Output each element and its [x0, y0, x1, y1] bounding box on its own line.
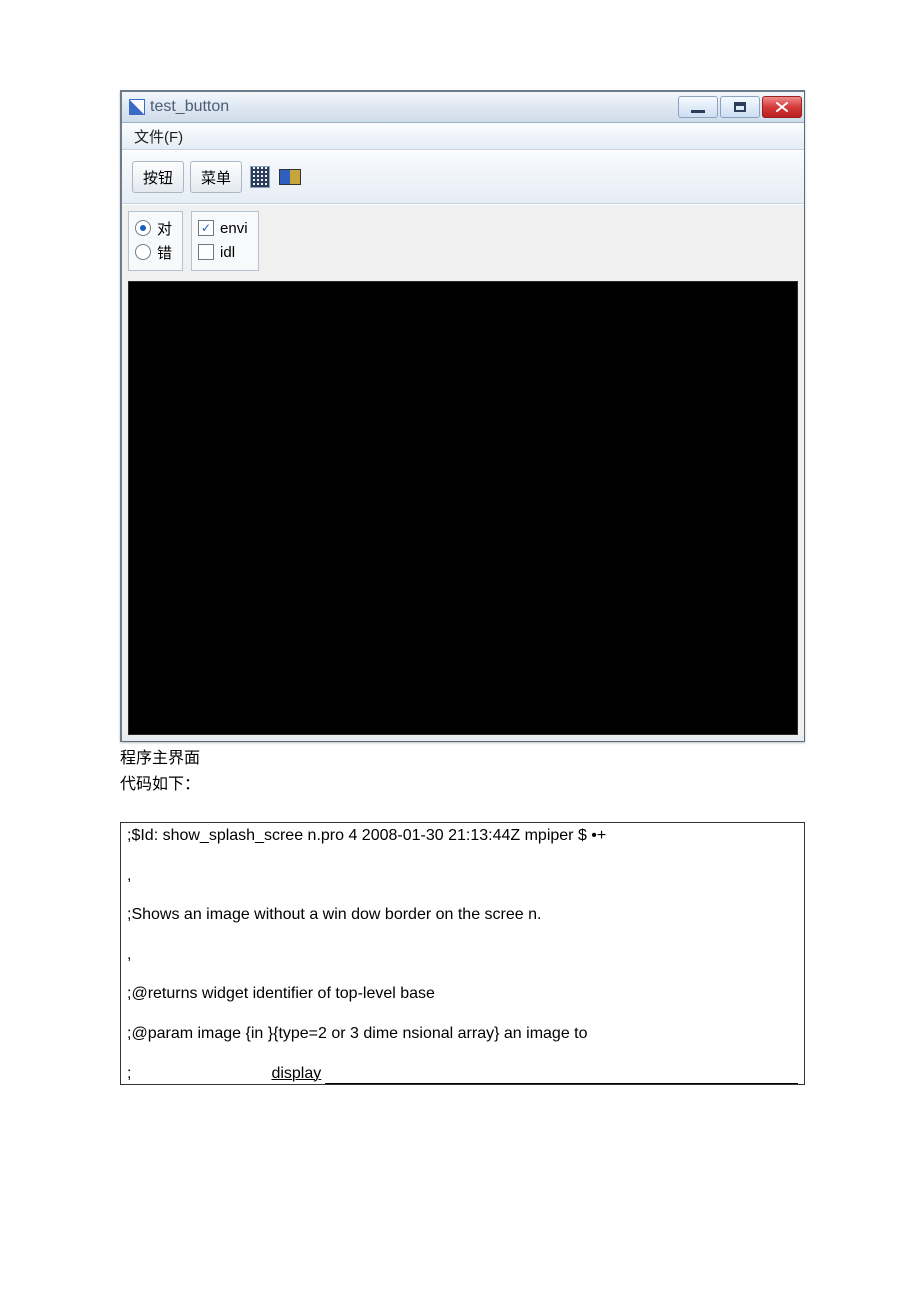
draw-canvas[interactable]: [128, 281, 798, 735]
close-button[interactable]: [762, 96, 802, 118]
toolbar-color-icon[interactable]: [278, 162, 302, 192]
radio-group: 对 错: [128, 211, 183, 271]
caption-main: 程序主界面: [120, 744, 805, 768]
checkbox-icon: ✓: [198, 220, 214, 236]
code-line: ; display: [127, 1063, 798, 1085]
checkbox-icon: [198, 244, 214, 260]
check-envi[interactable]: ✓ envi: [198, 216, 248, 240]
toolbar-button-button[interactable]: 按钮: [132, 161, 184, 193]
maximize-button[interactable]: [720, 96, 760, 118]
radio-false[interactable]: 错: [135, 240, 172, 264]
caption-code: 代码如下：: [120, 770, 805, 794]
maximize-icon: [734, 102, 746, 112]
app-window: test_button 文件(F): [120, 90, 805, 742]
check-idl[interactable]: idl: [198, 240, 248, 264]
app-icon: [130, 100, 144, 114]
underline-fill: [325, 1063, 798, 1085]
close-icon: [776, 102, 788, 112]
code-line: ;@param image {in }{type=2 or 3 dime nsi…: [127, 1023, 798, 1045]
menubar: 文件(F): [122, 123, 804, 150]
menu-file[interactable]: 文件(F): [128, 124, 189, 149]
window-title: test_button: [150, 98, 676, 116]
radio-icon: [135, 220, 151, 236]
code-line: ;@returns widget identifier of top-level…: [127, 983, 798, 1005]
radio-true-label: 对: [157, 218, 172, 239]
radio-false-label: 错: [157, 242, 172, 263]
code-line: ;$Id: show_splash_scree n.pro 4 2008-01-…: [127, 825, 798, 847]
checkbox-group: ✓ envi idl: [191, 211, 259, 271]
grip-icon: [250, 166, 270, 188]
toolbar-grip-icon[interactable]: [248, 162, 272, 192]
code-line: ,: [127, 865, 798, 887]
toolbar-button-menu[interactable]: 菜单: [190, 161, 242, 193]
color-swatch-icon: [279, 169, 301, 185]
toolbar: 按钮 菜单: [122, 150, 804, 204]
radio-true[interactable]: 对: [135, 216, 172, 240]
code-line: ,: [127, 944, 798, 966]
check-envi-label: envi: [220, 220, 248, 237]
code-line-word: display: [131, 1063, 321, 1085]
minimize-icon: [691, 110, 705, 113]
titlebar: test_button: [122, 92, 804, 123]
minimize-button[interactable]: [678, 96, 718, 118]
client-area: 对 错 ✓ envi id: [122, 204, 804, 735]
check-idl-label: idl: [220, 244, 235, 261]
radio-icon: [135, 244, 151, 260]
code-box: ;$Id: show_splash_scree n.pro 4 2008-01-…: [120, 822, 805, 1085]
code-line: ;Shows an image without a win dow border…: [127, 904, 798, 926]
